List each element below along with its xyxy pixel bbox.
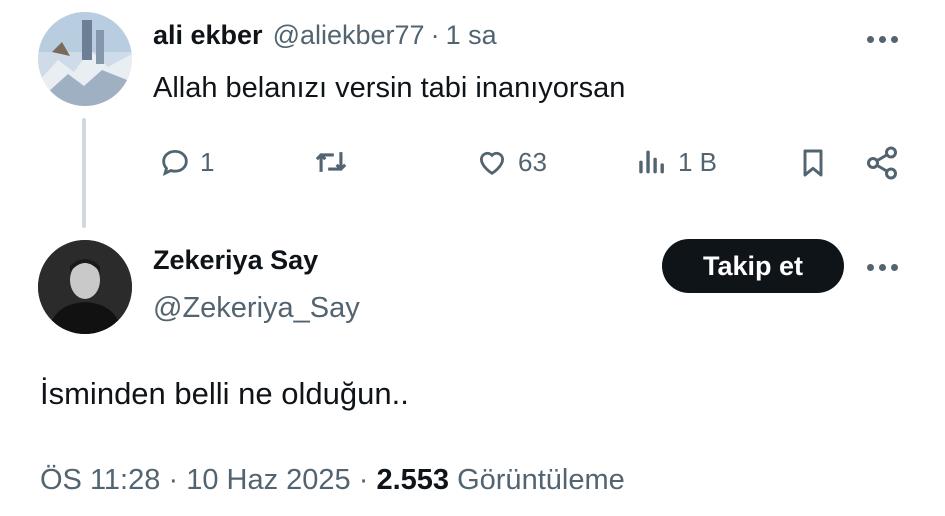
more-icon[interactable] — [867, 264, 898, 271]
share-icon — [867, 146, 897, 180]
share-button[interactable] — [864, 145, 900, 181]
author-handle[interactable]: @aliekber77 — [273, 20, 425, 51]
separator: · — [168, 464, 179, 496]
author-handle[interactable]: @Zekeriya_Say — [153, 292, 360, 325]
views-icon — [639, 150, 664, 174]
reply-count: 1 — [200, 146, 215, 177]
reply-icon — [162, 149, 188, 176]
like-button[interactable]: 63 — [474, 145, 547, 179]
like-count: 63 — [518, 146, 547, 177]
tweet-text: Allah belanızı versin tabi inanıyorsan — [153, 72, 626, 104]
avatar-ali-ekber[interactable] — [38, 12, 132, 106]
follow-button[interactable]: Takip et — [662, 239, 844, 293]
bookmark-button[interactable] — [797, 145, 829, 181]
retweet-icon — [315, 152, 347, 172]
separator: · — [358, 464, 369, 496]
views-label: Görüntüleme — [457, 464, 625, 496]
like-icon — [479, 151, 505, 175]
separator: · — [430, 20, 440, 50]
tweet-date[interactable]: 10 Haz 2025 — [186, 464, 350, 496]
retweet-button[interactable] — [312, 145, 358, 179]
author-name[interactable]: Zekeriya Say — [153, 245, 318, 276]
more-icon[interactable] — [867, 36, 898, 43]
bookmark-icon — [803, 149, 823, 177]
tweet-text: İsminden belli ne olduğun.. — [40, 376, 409, 411]
tweet-time[interactable]: ÖS 11:28 — [40, 464, 160, 496]
thread-line — [82, 118, 86, 228]
author-name[interactable]: ali ekber — [153, 20, 263, 51]
avatar-zekeriya-say[interactable] — [38, 240, 132, 334]
views-count: 2.553 — [376, 464, 450, 496]
views-button[interactable]: 1 B — [634, 145, 717, 179]
views-count: 1 B — [678, 146, 718, 177]
reply-button[interactable]: 1 — [158, 145, 214, 179]
timestamp[interactable]: 1 sa — [446, 20, 497, 51]
